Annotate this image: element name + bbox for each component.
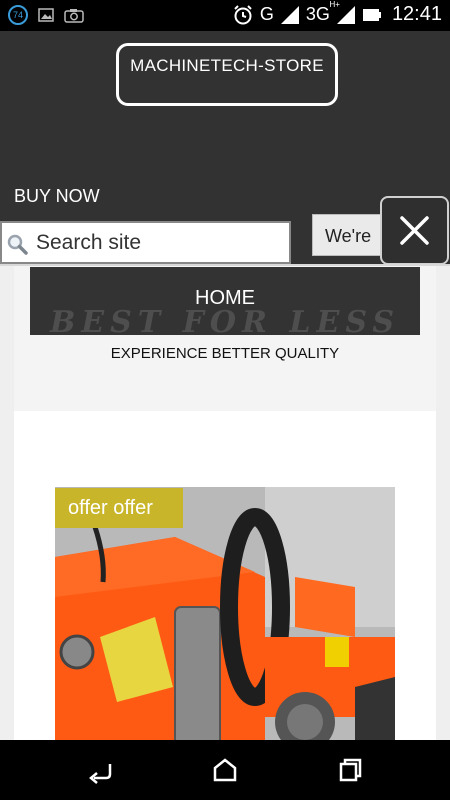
clock: 12:41 bbox=[391, 3, 442, 25]
home-nav-button[interactable]: BEST FOR LESS HOME bbox=[30, 267, 420, 340]
offer-badge: offer offer bbox=[55, 488, 183, 528]
home-icon[interactable] bbox=[210, 756, 240, 784]
network-label: G bbox=[259, 4, 274, 24]
tagline: EXPERIENCE BETTER QUALITY bbox=[110, 345, 340, 362]
system-nav-bar bbox=[0, 740, 450, 800]
notification-count-badge: 74 bbox=[8, 5, 28, 25]
store-name: MACHINETECH-STORE bbox=[130, 56, 324, 75]
search-input[interactable] bbox=[36, 229, 286, 257]
search-bar[interactable] bbox=[0, 221, 291, 264]
home-label: HOME bbox=[195, 287, 255, 309]
recent-apps-icon[interactable] bbox=[336, 756, 366, 784]
store-logo[interactable]: MACHINETECH-STORE bbox=[116, 43, 338, 106]
status-right: G 3G H+ 12:41 bbox=[232, 0, 442, 26]
battery-icon bbox=[362, 8, 381, 21]
status-bar: 74 G 3G H+ 12:41 bbox=[0, 0, 450, 31]
alarm-icon bbox=[234, 4, 252, 24]
status-left: 74 bbox=[8, 5, 84, 25]
network-plus-label: H+ bbox=[329, 0, 340, 9]
search-icon bbox=[7, 234, 28, 255]
buy-now-link[interactable]: BUY NOW bbox=[14, 186, 100, 207]
close-button[interactable] bbox=[380, 196, 449, 265]
signal-icon bbox=[280, 5, 299, 24]
camera-icon bbox=[64, 8, 84, 23]
close-icon bbox=[400, 216, 429, 245]
network-type: 3G H+ bbox=[305, 0, 340, 25]
back-icon[interactable] bbox=[86, 756, 116, 784]
gallery-icon bbox=[38, 8, 54, 22]
network-type-label: 3G bbox=[305, 4, 330, 24]
slogan-watermark: BEST FOR LESS bbox=[49, 305, 401, 340]
web-page: MACHINETECH-STORE BUY NOW We're BEST FOR… bbox=[0, 31, 450, 740]
